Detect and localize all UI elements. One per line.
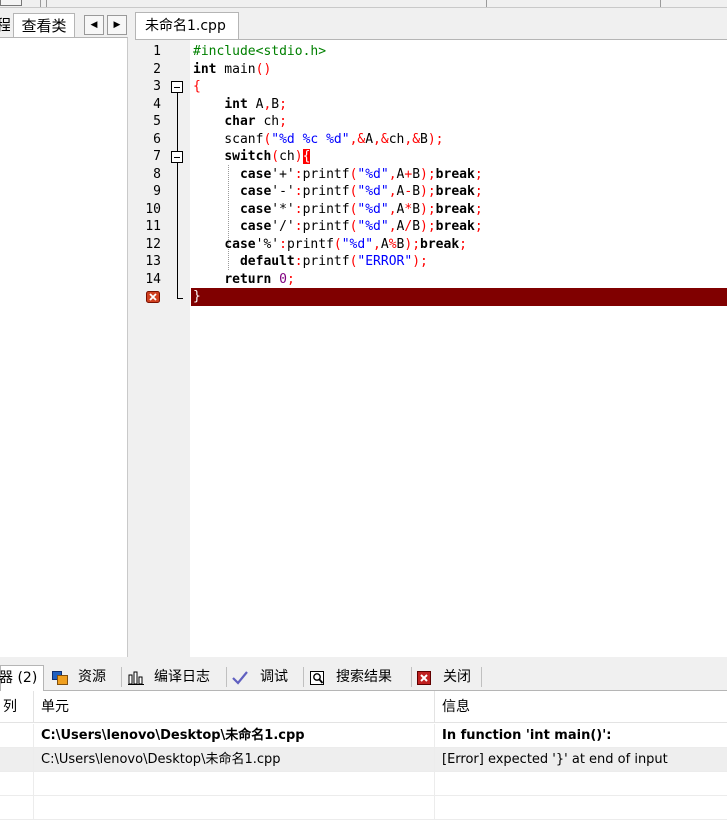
cell-col: [0, 724, 34, 748]
project-browser-tabs: 程 查看类 ◀ ▶: [0, 11, 130, 38]
arrow-left-icon: ◀: [90, 20, 98, 30]
tab-scroll-left-button[interactable]: ◀: [84, 15, 104, 35]
tab-label: 资源: [78, 669, 106, 685]
compiler-messages-table[interactable]: 列 单元 信息 C:\Users\lenovo\Desktop\未命名1.cpp…: [0, 691, 727, 838]
tab-resources[interactable]: 资源: [48, 665, 120, 691]
cell-col: [0, 772, 34, 796]
tab-close[interactable]: 关闭: [414, 665, 480, 691]
line-number: 11: [145, 219, 161, 234]
fold-end-marker: [177, 298, 183, 299]
tab-class-view[interactable]: 查看类: [13, 13, 75, 38]
tab-separator: [481, 667, 482, 687]
code-line: {: [193, 79, 201, 94]
tab-separator: [121, 667, 122, 687]
line-number: 9: [153, 184, 161, 199]
editor-tab-strip: 未命名1.cpp: [135, 9, 727, 40]
cell-unit: [34, 796, 435, 820]
line-number: 13: [145, 254, 161, 269]
line-number: 4: [153, 96, 161, 112]
cell-message: [Error] expected '}' at end of input: [442, 752, 668, 767]
code-line: int main(): [193, 61, 272, 77]
line-number: 8: [153, 166, 161, 182]
cell-unit: C:\Users\lenovo\Desktop\未命名1.cpp: [34, 724, 435, 748]
fold-guide-line: [177, 163, 178, 298]
fold-toggle-main[interactable]: [171, 81, 183, 93]
cell-unit: [34, 772, 435, 796]
output-panel-tabs: 器 (2) 资源 编译日志 调试 搜索结果 关闭: [0, 663, 727, 691]
tab-label: 关闭: [443, 669, 471, 685]
code-line: case'+':printf("%d",A+B);break;: [239, 166, 483, 182]
code-line: scanf("%d %c %d",&A,&ch,&B);: [193, 131, 444, 147]
line-number: 5: [153, 114, 161, 129]
toolbar-divider: [660, 0, 661, 7]
column-header-col[interactable]: 列: [0, 691, 34, 723]
tab-label: 器 (2): [0, 670, 38, 686]
code-line: #include<stdio.h>: [193, 44, 327, 59]
cell-col: [0, 748, 34, 772]
tab-compile-log[interactable]: 编译日志: [124, 665, 224, 691]
code-line: case'%':printf("%d",A%B);break;: [224, 236, 467, 252]
tab-compiler[interactable]: 器 (2): [0, 665, 44, 691]
cell-message: In function 'int main()':: [442, 728, 612, 743]
fold-toggle-switch[interactable]: [171, 151, 183, 163]
code-line: case'*':printf("%d",A*B);break;: [239, 201, 483, 217]
tab-separator: [303, 667, 304, 687]
class-view-tree[interactable]: [0, 37, 128, 657]
line-number-gutter: 1 2 3 4 5 6 7 8 9 10 11 12 13 14: [135, 40, 190, 658]
cell-unit: C:\Users\lenovo\Desktop\未命名1.cpp: [34, 748, 435, 772]
tab-scroll-right-button[interactable]: ▶: [107, 15, 127, 35]
code-line: return 0;: [224, 271, 295, 287]
toolbar-divider: [46, 0, 47, 7]
code-line: case'-':printf("%d",A-B);break;: [239, 184, 483, 199]
cell-col: [0, 796, 34, 820]
tab-search-results[interactable]: 搜索结果: [306, 665, 410, 691]
line-number: 10: [145, 201, 161, 217]
checkmark-icon: [232, 671, 248, 685]
code-line: default:printf("ERROR");: [239, 254, 428, 269]
tab-label: 调试: [260, 669, 288, 685]
table-row: [0, 796, 727, 820]
tab-file-untitled1[interactable]: 未命名1.cpp: [135, 12, 239, 40]
table-row[interactable]: C:\Users\lenovo\Desktop\未命名1.cpp In func…: [0, 724, 727, 748]
table-row[interactable]: C:\Users\lenovo\Desktop\未命名1.cpp [Error]…: [0, 748, 727, 772]
code-line: char ch;: [224, 114, 287, 129]
tab-separator: [411, 667, 412, 687]
tab-separator: [226, 667, 227, 687]
bar-chart-icon: [128, 671, 144, 685]
line-number: 14: [145, 271, 161, 287]
toolbar-button-edge[interactable]: [0, 0, 22, 6]
resources-icon: [52, 671, 68, 685]
top-toolbar-strip: [0, 0, 727, 8]
line-number: 1: [153, 44, 161, 59]
error-line-highlight: [191, 288, 727, 306]
fold-guide-line: [177, 93, 178, 151]
project-browser-panel: 程 查看类 ◀ ▶: [0, 9, 130, 657]
tab-label: 搜索结果: [336, 669, 392, 685]
code-editor[interactable]: 1 2 3 4 5 6 7 8 9 10 11 12 13 14 #includ…: [135, 39, 727, 658]
error-marker-icon: [146, 291, 160, 303]
line-number: 6: [153, 131, 161, 147]
toolbar-divider: [486, 0, 487, 7]
line-number: 7: [153, 149, 161, 164]
tab-debug[interactable]: 调试: [229, 665, 301, 691]
tab-project[interactable]: 程: [0, 13, 10, 37]
tab-label: 编译日志: [154, 669, 210, 685]
code-line: case'/':printf("%d",A/B);break;: [239, 219, 483, 234]
code-line: switch(ch){: [224, 149, 311, 164]
close-icon: [417, 671, 431, 685]
arrow-right-icon: ▶: [113, 20, 121, 30]
toolbar-divider: [40, 0, 41, 7]
line-number: 12: [145, 236, 161, 252]
code-line: }: [193, 289, 201, 304]
line-number: 3: [153, 79, 161, 94]
column-header-message[interactable]: 信息: [435, 691, 727, 723]
table-row: [0, 772, 727, 796]
code-line: int A,B;: [224, 96, 287, 112]
search-results-icon: [310, 671, 324, 685]
line-number: 2: [153, 61, 161, 77]
column-header-unit[interactable]: 单元: [34, 691, 435, 723]
